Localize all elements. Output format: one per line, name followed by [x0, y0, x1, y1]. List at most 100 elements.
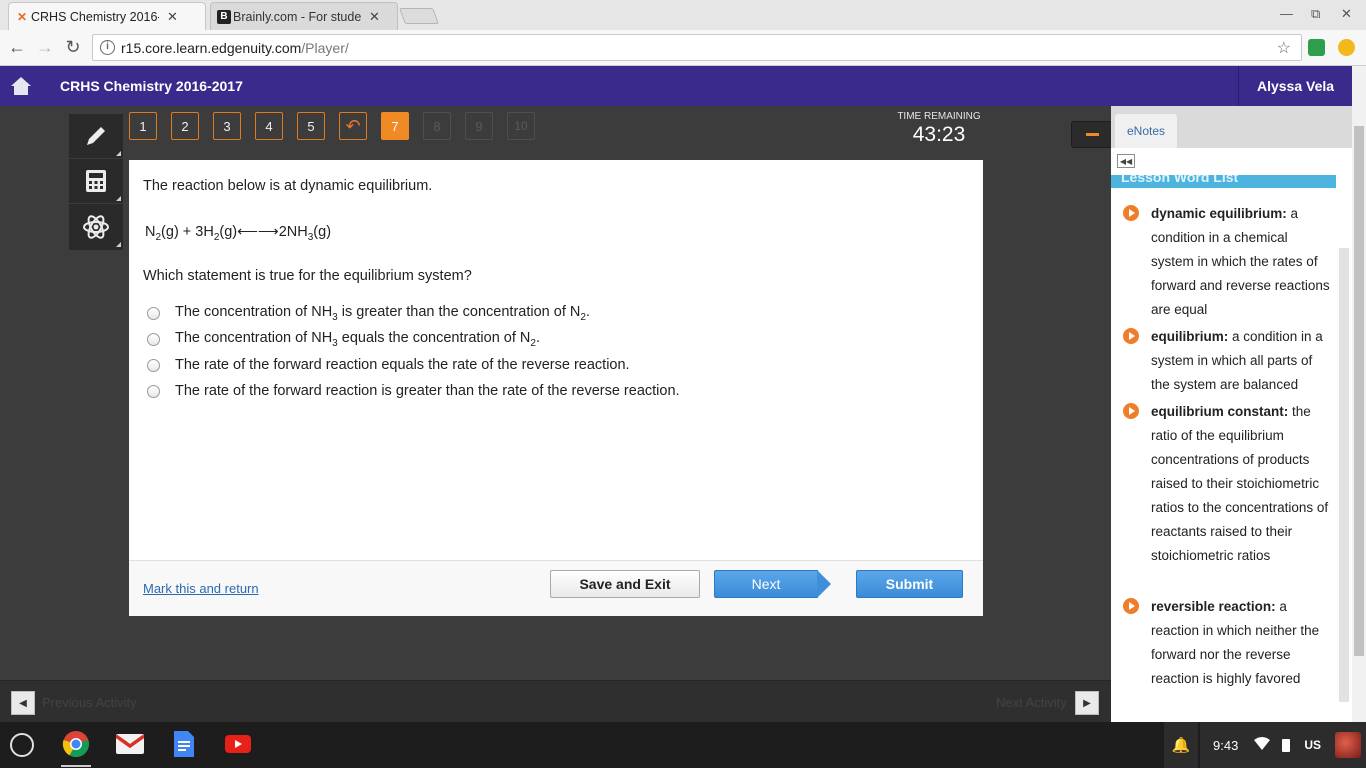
question-3-button[interactable]: 3 [213, 112, 241, 140]
question-8-button: 8 [423, 112, 451, 140]
undo-arrow-icon: ↶ [345, 115, 361, 136]
new-tab-button[interactable] [399, 8, 439, 24]
user-avatar [1334, 732, 1361, 758]
pencil-tool[interactable] [69, 114, 123, 159]
submit-button[interactable]: Submit [856, 570, 963, 598]
calculator-icon [86, 170, 106, 192]
enotes-scrollbar[interactable] [1339, 248, 1349, 702]
input-locale: US [1304, 738, 1321, 752]
question-2-button[interactable]: 2 [171, 112, 199, 140]
window-restore-icon[interactable]: ⧉ [1311, 6, 1320, 22]
question-7-button[interactable]: 7 [381, 112, 409, 140]
close-tab-icon[interactable]: ✕ [369, 9, 380, 25]
answer-option-label: The rate of the forward reaction is grea… [175, 383, 680, 399]
course-title: CRHS Chemistry 2016-2017 [60, 78, 243, 94]
active-app-indicator [61, 765, 91, 767]
atom-icon [83, 214, 109, 239]
next-button[interactable]: Next [714, 570, 831, 598]
tab-brainly[interactable]: B Brainly.com - For studen ✕ [210, 2, 398, 30]
collapse-panel-button[interactable]: ◀◀ [1117, 154, 1135, 168]
word-entry: equilibrium: a condition in a system in … [1123, 325, 1333, 397]
question-stem: Which statement is true for the equilibr… [143, 268, 472, 284]
minus-icon [1085, 133, 1099, 136]
play-audio-icon[interactable] [1123, 205, 1139, 221]
browser-toolbar: ← → ↻ i r15.core.learn.edgenuity.com/Pla… [0, 30, 1366, 66]
forward-arrow-icon[interactable]: → [34, 37, 56, 58]
battery-icon [1282, 738, 1291, 752]
extension-icon[interactable] [1338, 39, 1355, 56]
reload-icon[interactable]: ↻ [62, 37, 84, 58]
return-to-marked-button[interactable]: ↶ [339, 112, 367, 140]
answer-option-3[interactable]: The rate of the forward reaction equals … [147, 357, 630, 373]
address-bar[interactable]: i r15.core.learn.edgenuity.com/Player/ ☆ [92, 34, 1302, 61]
gmail-app-icon[interactable] [115, 729, 145, 759]
answer-option-label: The concentration of NH3 is greater than… [175, 304, 590, 323]
previous-activity-button[interactable]: ◀ [11, 691, 35, 715]
question-action-bar: Mark this and return Save and Exit Next … [129, 560, 983, 616]
question-card: The reaction below is at dynamic equilib… [129, 160, 983, 616]
docs-logo [174, 731, 194, 757]
classroom-extension-icon[interactable] [1308, 39, 1325, 56]
radio-button[interactable] [147, 358, 160, 372]
enotes-panel: eNotes ◀◀ Lesson Word List dynamic equil… [1111, 106, 1352, 722]
home-icon [11, 77, 31, 95]
launcher-icon[interactable] [10, 733, 34, 757]
user-name[interactable]: Alyssa Vela [1238, 66, 1352, 106]
timer-label: TIME REMAINING [897, 111, 981, 122]
answer-option-1[interactable]: The concentration of NH3 is greater than… [147, 304, 590, 323]
enotes-header: eNotes [1111, 106, 1352, 148]
wifi-icon [1254, 737, 1271, 753]
save-and-exit-button[interactable]: Save and Exit [550, 570, 700, 598]
word-entry: reversible reaction: a reaction in which… [1123, 595, 1333, 691]
page-scrollbar[interactable] [1352, 66, 1366, 722]
activity-nav-bar: ◀ Previous Activity Next Activity ▶ [0, 680, 1111, 722]
question-1-button[interactable]: 1 [129, 112, 157, 140]
radio-button[interactable] [147, 332, 160, 346]
site-info-icon[interactable]: i [100, 40, 115, 55]
status-tray[interactable]: 9:43 US [1200, 722, 1366, 768]
equilibrium-arrow: ⟵⟶ [237, 224, 279, 240]
radio-button[interactable] [147, 306, 160, 320]
window-close-icon[interactable]: ✕ [1341, 6, 1352, 22]
docs-app-icon[interactable] [169, 729, 199, 759]
home-button[interactable] [0, 66, 42, 106]
play-audio-icon[interactable] [1123, 403, 1139, 419]
play-audio-icon[interactable] [1123, 598, 1139, 614]
answer-option-label: The rate of the forward reaction equals … [175, 357, 630, 373]
calculator-tool[interactable] [69, 159, 123, 204]
chrome-logo [62, 731, 89, 758]
tab-title: Brainly.com - For studen [233, 9, 361, 24]
brainly-favicon-icon: B [217, 10, 231, 24]
tab-title: CRHS Chemistry 2016-2 [31, 9, 159, 24]
notifications-button[interactable]: 🔔 [1164, 722, 1198, 768]
play-audio-icon[interactable] [1123, 328, 1139, 344]
question-prompt: The reaction below is at dynamic equilib… [143, 178, 433, 194]
tab-crhs-chemistry[interactable]: ✕ CRHS Chemistry 2016-2 ✕ [8, 2, 206, 30]
scrollbar-thumb[interactable] [1354, 126, 1364, 656]
word-entry: dynamic equilibrium: a condition in a ch… [1123, 202, 1333, 322]
activity-area: 1 2 3 4 5 ↶ 7 8 9 10 TIME REMAINING 43:2… [0, 106, 1113, 680]
youtube-app-icon[interactable] [223, 729, 253, 759]
answer-option-4[interactable]: The rate of the forward reaction is grea… [147, 383, 680, 399]
bookmark-star-icon[interactable]: ☆ [1277, 38, 1291, 58]
periodic-table-tool[interactable] [69, 204, 123, 249]
answer-option-label: The concentration of NH3 equals the conc… [175, 330, 540, 349]
mark-and-return-link[interactable]: Mark this and return [143, 581, 259, 596]
close-tab-icon[interactable]: ✕ [167, 9, 178, 25]
tab-enotes[interactable]: eNotes [1115, 114, 1177, 148]
chevron-right-icon: ▶ [1083, 697, 1091, 709]
chevron-left-icon: ◀ [19, 697, 27, 709]
next-activity-button[interactable]: ▶ [1075, 691, 1099, 715]
question-4-button[interactable]: 4 [255, 112, 283, 140]
minimize-enotes-button[interactable] [1071, 121, 1113, 148]
back-arrow-icon[interactable]: ← [6, 37, 28, 58]
radio-button[interactable] [147, 384, 160, 398]
answer-option-2[interactable]: The concentration of NH3 equals the conc… [147, 330, 540, 349]
window-minimize-icon[interactable]: — [1280, 6, 1293, 21]
youtube-logo [225, 735, 251, 753]
question-5-button[interactable]: 5 [297, 112, 325, 140]
double-chevron-left-icon: ◀◀ [1119, 156, 1133, 166]
question-10-button: 10 [507, 112, 535, 140]
question-9-button: 9 [465, 112, 493, 140]
chrome-app-icon[interactable] [61, 729, 91, 759]
